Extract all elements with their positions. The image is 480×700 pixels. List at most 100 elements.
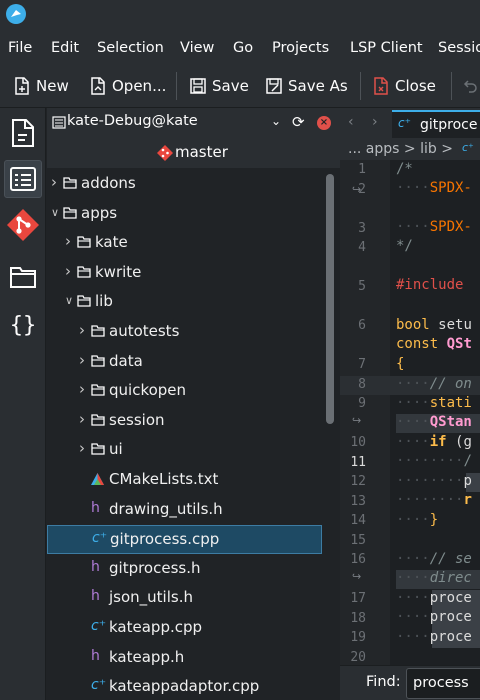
tree-item-drawing-utils-h[interactable]: h drawing_utils.h xyxy=(47,496,322,525)
line-number: 19 xyxy=(350,630,366,645)
chevron-right-icon[interactable]: › xyxy=(79,410,85,428)
tree-scrollbar[interactable] xyxy=(326,174,334,424)
chevron-right-icon[interactable]: › xyxy=(51,173,57,191)
tree-item-cmakelists-txt[interactable]: CMakeLists.txt xyxy=(47,466,322,495)
line-number: 12 xyxy=(350,474,366,489)
chevron-right-icon[interactable]: › xyxy=(65,262,71,280)
code-line-12: ····stati xyxy=(396,395,472,411)
undo-button[interactable] xyxy=(463,74,477,98)
tab-gitprocess[interactable]: c⁺ gitproce xyxy=(392,110,480,138)
tree-item-kateapp-h[interactable]: h kateapp.h xyxy=(47,644,322,673)
folder-icon xyxy=(91,440,105,459)
save-as-label: Save As xyxy=(288,77,348,95)
menu-session[interactable]: Sessio xyxy=(438,40,480,56)
menu-selection[interactable]: Selection xyxy=(97,40,164,56)
git-tool-button[interactable] xyxy=(4,206,42,244)
file-tree: › addons ∨ apps › kate › kwrite ∨ lib › autotests › d… xyxy=(47,170,322,700)
toolbar-separator xyxy=(451,72,452,100)
find-input[interactable]: process xyxy=(406,668,480,699)
line-number: 6 xyxy=(358,318,366,333)
menu-lsp-client[interactable]: LSP Client xyxy=(350,40,423,56)
tree-item-label: json_utils.h xyxy=(109,588,193,607)
line-number-gutter xyxy=(340,160,390,665)
code-line-21: ····proce xyxy=(396,609,472,625)
save-button[interactable]: Save xyxy=(190,74,249,98)
chevron-right-icon[interactable]: › xyxy=(79,351,85,369)
tree-item-data[interactable]: › data xyxy=(47,348,322,377)
chevron-down-icon[interactable]: ∨ xyxy=(51,206,59,219)
open-label: Open... xyxy=(112,77,167,95)
reload-icon[interactable]: ⟳ xyxy=(292,113,305,131)
tree-item-json-utils-h[interactable]: h json_utils.h xyxy=(47,584,322,613)
line-number: 11 xyxy=(350,454,366,470)
chevron-right-icon[interactable]: › xyxy=(79,439,85,457)
tree-item-gitprocess-cpp[interactable]: c⁺ gitprocess.cpp xyxy=(47,525,322,555)
code-view[interactable]: 1234567891011121314151617181920212223 ↪ … xyxy=(340,160,480,700)
filesystem-tool-button[interactable] xyxy=(4,258,42,296)
tree-item-ui[interactable]: › ui xyxy=(47,436,322,465)
tab-next-icon[interactable]: › xyxy=(372,114,378,130)
documents-tool-button[interactable] xyxy=(4,114,42,152)
menu-view[interactable]: View xyxy=(180,40,214,56)
tree-item-kwrite[interactable]: › kwrite xyxy=(47,259,322,288)
tree-item-gitprocess-h[interactable]: h gitprocess.h xyxy=(47,555,322,584)
folder-icon xyxy=(77,233,91,252)
menu-go[interactable]: Go xyxy=(233,40,253,56)
undo-icon xyxy=(463,80,477,93)
symbols-tool-button[interactable]: {} xyxy=(4,306,42,344)
projects-tool-button[interactable] xyxy=(4,160,42,198)
cpp-file-icon: c⁺ xyxy=(462,141,474,154)
chevron-down-icon[interactable]: ∨ xyxy=(65,294,73,307)
folder-icon xyxy=(10,267,36,288)
breadcrumb-path[interactable]: ... apps > lib > xyxy=(348,141,453,157)
folder-icon xyxy=(77,263,91,282)
tab-prev-icon[interactable]: ‹ xyxy=(348,114,354,130)
line-number: 18 xyxy=(350,610,366,626)
code-line-19: ····// se xyxy=(396,551,472,567)
tree-item-kateappadaptor-cpp[interactable]: c⁺ kateappadaptor.cpp xyxy=(47,673,322,700)
project-selector[interactable]: kate-Debug@kate xyxy=(67,113,198,129)
tree-item-quickopen[interactable]: › quickopen xyxy=(47,377,322,406)
code-line-5: */ xyxy=(396,238,413,254)
line-number: 9 xyxy=(358,396,366,411)
chevron-down-icon[interactable]: ⌄ xyxy=(271,114,281,128)
tree-item-label: gitprocess.cpp xyxy=(110,530,220,549)
tree-item-label: gitprocess.h xyxy=(109,558,201,577)
folder-icon xyxy=(91,411,105,430)
git-branch-row[interactable]: master xyxy=(47,138,340,168)
line-number: 7 xyxy=(358,357,366,372)
tree-item-apps[interactable]: ∨ apps xyxy=(47,200,322,229)
chevron-right-icon[interactable]: › xyxy=(79,321,85,339)
line-number: 13 xyxy=(350,493,366,509)
menu-projects[interactable]: Projects xyxy=(272,40,329,56)
close-project-icon[interactable]: × xyxy=(317,116,331,130)
tree-item-autotests[interactable]: › autotests xyxy=(47,318,322,347)
menu-edit[interactable]: Edit xyxy=(51,40,79,56)
tree-item-addons[interactable]: › addons xyxy=(47,170,322,199)
tree-item-kateapp-cpp[interactable]: c⁺ kateapp.cpp xyxy=(47,614,322,643)
save-as-icon xyxy=(266,78,282,94)
line-number: 1 xyxy=(358,162,366,177)
line-number: 8 xyxy=(358,376,366,392)
tree-item-session[interactable]: › session xyxy=(47,407,322,436)
chevron-right-icon[interactable]: › xyxy=(65,232,71,250)
git-branch-icon xyxy=(157,145,173,161)
new-button[interactable]: New xyxy=(14,74,69,98)
tree-item-label: lib xyxy=(95,292,113,311)
menu-bar: File Edit Selection View Go Projects LSP… xyxy=(0,34,480,64)
code-line-15: ········p xyxy=(396,473,472,489)
tree-item-kate[interactable]: › kate xyxy=(47,229,322,258)
close-button[interactable]: Close xyxy=(373,74,436,98)
cpp-file-icon: c⁺ xyxy=(398,116,411,130)
save-as-button[interactable]: Save As xyxy=(266,74,348,98)
wrap-indicator-icon: ↪ xyxy=(352,570,362,583)
code-line-10: { xyxy=(396,356,405,372)
open-button[interactable]: Open... xyxy=(90,74,166,98)
tree-item-lib[interactable]: ∨ lib xyxy=(47,288,322,317)
menu-file[interactable]: File xyxy=(8,40,32,56)
chevron-right-icon[interactable]: › xyxy=(79,380,85,398)
cpp-file-icon: c⁺ xyxy=(91,618,107,634)
tree-item-label: drawing_utils.h xyxy=(109,499,223,518)
tree-item-label: kwrite xyxy=(95,262,142,281)
header-file-icon: h xyxy=(91,558,100,575)
